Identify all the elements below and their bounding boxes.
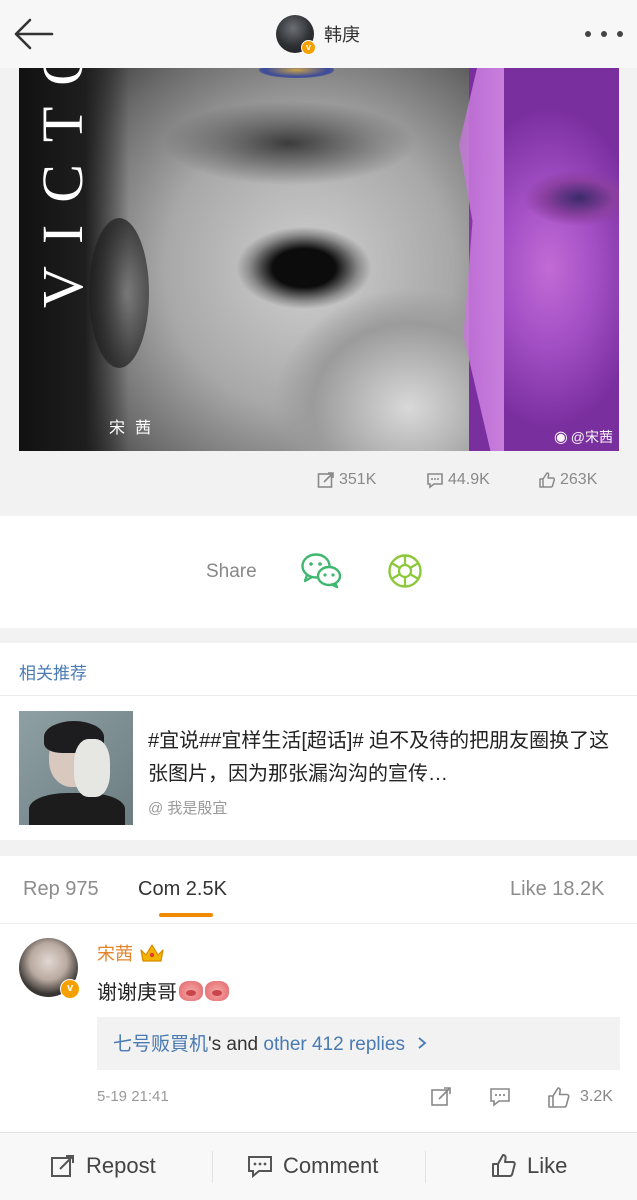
like-button[interactable]: Like — [491, 1153, 567, 1179]
comment-author[interactable]: 宋茜 — [97, 940, 165, 966]
tab-comments[interactable]: Com 2.5K — [138, 878, 227, 901]
thumbs-up-icon — [539, 472, 556, 488]
repost-count-text: 351K — [339, 471, 377, 488]
pig-emoji-icon — [179, 980, 203, 1001]
comment-item: v 宋茜 谢谢庚哥 七号贩買机's and other 412 replies … — [0, 924, 637, 1132]
comment-avatar[interactable]: v — [19, 938, 80, 999]
moments-icon[interactable] — [387, 553, 423, 589]
comment-like-count: 3.2K — [580, 1088, 613, 1105]
tab-likes[interactable]: Like 18.2K — [510, 878, 605, 901]
pig-emoji-icon — [205, 980, 229, 1001]
back-arrow-icon — [14, 18, 54, 50]
verified-badge-icon: v — [301, 40, 316, 55]
thumbnail-body — [29, 793, 125, 825]
like-count-text: 263K — [560, 471, 598, 488]
divider — [212, 1151, 213, 1183]
comment-repost-icon[interactable] — [430, 1086, 452, 1108]
image-title-text: VICTO — [30, 68, 95, 308]
share-label: Share — [206, 561, 257, 582]
header-username[interactable]: 韩庚 — [324, 21, 360, 47]
repost-button-label: Repost — [86, 1153, 156, 1178]
comment-icon — [427, 473, 443, 489]
active-tab-indicator — [159, 913, 213, 917]
post-stats: 351K 44.9K 263K — [0, 451, 637, 515]
recommend-title: 相关推荐 — [19, 664, 87, 683]
comment-reply-icon[interactable] — [489, 1086, 511, 1108]
like-button-label: Like — [527, 1153, 568, 1178]
tab-reposts[interactable]: Rep 975 — [23, 878, 99, 901]
replies-more[interactable]: other 412 replies — [263, 1034, 405, 1055]
image-caption-name: 宋茜 — [109, 420, 162, 437]
repost-count[interactable]: 351K — [317, 471, 376, 489]
watermark-text: @宋茜 — [570, 429, 613, 445]
image-watermark: ◉ @宋茜 — [554, 427, 613, 447]
more-dot-icon — [601, 31, 607, 37]
more-options-button[interactable] — [585, 26, 623, 42]
comment-count-text: 44.9K — [448, 471, 490, 488]
header-user[interactable]: v 韩庚 — [276, 15, 360, 55]
comment-button-label: Comment — [283, 1153, 379, 1178]
crown-icon — [140, 944, 164, 962]
comment-content: 谢谢庚哥 — [97, 976, 229, 1005]
comment-tabs: Rep 975 Com 2.5K Like 18.2K — [0, 856, 637, 924]
like-count[interactable]: 263K — [538, 471, 597, 489]
comment-text: 谢谢庚哥 — [97, 982, 177, 1004]
divider — [425, 1151, 426, 1183]
thumbnail-mask — [74, 739, 110, 797]
recommend-text[interactable]: #宜说##宜样生活[超话]# 迫不及待的把朋友圈换了这张图片，因为那张漏沟沟的宣… — [148, 725, 618, 791]
comment-button[interactable]: Comment — [247, 1153, 378, 1179]
recommend-thumbnail[interactable] — [19, 711, 133, 825]
repost-icon — [317, 472, 334, 488]
comment-count[interactable]: 44.9K — [426, 471, 490, 489]
comment-time: 5-19 21:41 — [97, 1088, 169, 1105]
comment-icon — [248, 1156, 272, 1179]
replies-mid-text: 's and — [208, 1034, 264, 1055]
replies-user[interactable]: 七号贩買机 — [113, 1034, 208, 1055]
recommend-card: 相关推荐 #宜说##宜样生活[超话]# 迫不及待的把朋友圈换了这张图片，因为那张… — [0, 643, 637, 840]
header-avatar[interactable]: v — [276, 15, 316, 55]
comment-like-icon[interactable] — [547, 1086, 571, 1110]
verified-badge-icon: v — [60, 979, 80, 999]
chevron-right-icon — [418, 1037, 427, 1049]
replies-link[interactable]: 七号贩買机's and other 412 replies — [97, 1017, 620, 1070]
post-image[interactable]: VICTO 宋茜 ◉ @宋茜 — [19, 68, 619, 451]
back-button[interactable] — [10, 14, 56, 54]
divider — [0, 695, 637, 696]
weibo-logo-icon: ◉ — [553, 429, 568, 446]
repost-icon — [51, 1155, 74, 1177]
thumbs-up-icon — [492, 1154, 516, 1177]
bottom-action-bar: Repost Comment Like — [0, 1132, 637, 1200]
recommend-author[interactable]: @ 我是殷宜 — [148, 797, 227, 818]
top-bar: v 韩庚 — [0, 0, 637, 68]
comment-author-name[interactable]: 宋茜 — [97, 940, 133, 966]
wechat-icon[interactable] — [300, 551, 342, 589]
repost-button[interactable]: Repost — [50, 1153, 156, 1179]
more-dot-icon — [617, 31, 623, 37]
more-dot-icon — [585, 31, 591, 37]
